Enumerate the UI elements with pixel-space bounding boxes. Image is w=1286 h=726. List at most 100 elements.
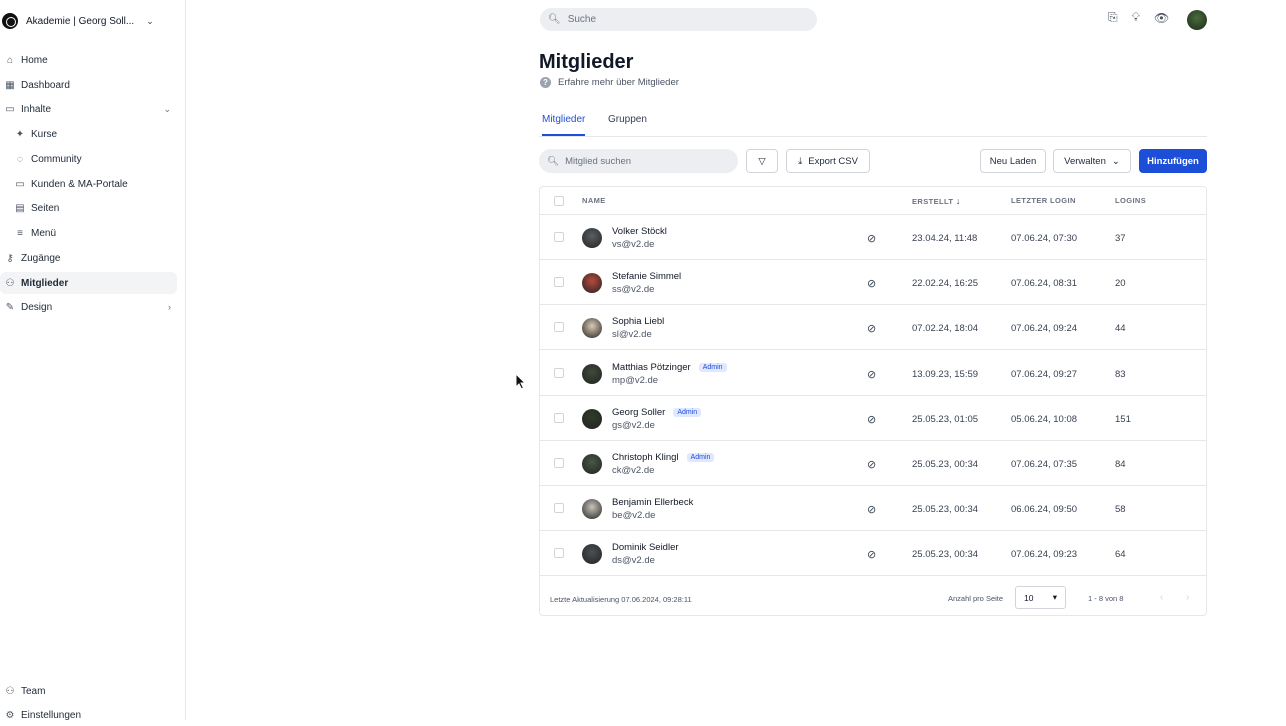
login-as-icon[interactable]: ⊘ <box>867 548 876 561</box>
member-name[interactable]: Christoph Klingl Admin <box>612 452 715 463</box>
sidebar-item-home[interactable]: ⌂ Home <box>0 49 177 71</box>
row-checkbox[interactable] <box>554 412 564 423</box>
sidebar-item-team[interactable]: ⚇ Team <box>0 680 177 702</box>
avatar <box>582 228 602 248</box>
mouse-cursor-icon <box>515 373 527 390</box>
col-created-label: ERSTELLT <box>912 197 954 206</box>
prev-page-icon[interactable]: ‹ <box>1160 592 1163 603</box>
admin-badge: Admin <box>698 362 727 372</box>
member-name[interactable]: Benjamin Ellerbeck <box>612 497 693 508</box>
row-checkbox[interactable] <box>554 458 564 468</box>
member-search-input[interactable]: 🔍︎ Mitglied suchen <box>539 149 738 173</box>
export-icon[interactable]: ⎘ <box>1108 10 1118 25</box>
tab-mitglieder[interactable]: Mitglieder <box>542 114 586 136</box>
col-logins[interactable]: LOGINS <box>1115 196 1146 205</box>
avatar <box>582 273 602 294</box>
sidebar-item-label: Seiten <box>31 202 60 214</box>
row-checkbox[interactable] <box>554 322 564 333</box>
sidebar-item-seiten[interactable]: ▤ Seiten <box>0 197 177 219</box>
sidebar-item-kunden-ma-portale[interactable]: ▭ Kunden & MA-Portale <box>0 173 177 195</box>
add-member-button[interactable]: Hinzufügen <box>1139 149 1207 173</box>
folder-icon: ▭ <box>5 103 15 115</box>
login-as-icon[interactable]: ⊘ <box>867 322 876 335</box>
login-as-icon[interactable]: ⊘ <box>867 503 876 516</box>
table-row[interactable]: Christoph Klingl Admin ck@v2.de ⊘ 25.05.23, … <box>540 441 1206 486</box>
member-email: be@v2.de <box>612 510 656 522</box>
row-checkbox[interactable] <box>554 277 564 288</box>
table-header: NAME ERSTELLT ↓ LETZTER LOGIN LOGINS <box>540 187 1206 215</box>
table-row[interactable]: Sophia Liebl sl@v2.de ⊘ 07.02.24, 18:04 07.0… <box>540 305 1206 351</box>
row-checkbox[interactable] <box>554 548 564 559</box>
tab-bar: Mitglieder Gruppen <box>539 108 1207 137</box>
caret-down-icon: ▾ <box>1052 592 1057 602</box>
next-page-icon[interactable]: › <box>1186 592 1189 603</box>
row-checkbox[interactable] <box>554 503 564 514</box>
member-name-text: Benjamin Ellerbeck <box>612 497 694 509</box>
sidebar-item-community[interactable]: ◌ Community <box>0 148 177 170</box>
last-login-date: 07.06.24, 09:23 <box>1011 549 1078 561</box>
table-row[interactable]: Dominik Seidler ds@v2.de ⊘ 25.05.23, 00:34 0… <box>540 531 1206 577</box>
members-table: NAME ERSTELLT ↓ LETZTER LOGIN LOGINS Vol… <box>539 186 1207 616</box>
pagination-range: 1 - 8 von 8 <box>1088 594 1124 603</box>
global-search-input[interactable]: 🔍︎ Suche <box>540 8 817 31</box>
menu-icon: ≡ <box>17 227 23 239</box>
member-name[interactable]: Matthias Pötzinger Admin <box>612 362 727 373</box>
tab-gruppen[interactable]: Gruppen <box>608 114 647 136</box>
col-last-login[interactable]: LETZTER LOGIN <box>1011 196 1076 205</box>
login-as-icon[interactable]: ⊘ <box>867 413 876 426</box>
export-csv-button[interactable]: ⤓ Export CSV <box>786 149 870 173</box>
login-as-icon[interactable]: ⊘ <box>867 368 876 381</box>
table-row[interactable]: Stefanie Simmel ss@v2.de ⊘ 22.02.24, 16:25 0… <box>540 260 1206 306</box>
table-row[interactable]: Benjamin Ellerbeck be@v2.de ⊘ 25.05.23, 00:… <box>540 486 1206 532</box>
eye-icon[interactable]: 👁︎ <box>1154 11 1169 25</box>
sidebar-item-menü[interactable]: ≡ Menü <box>0 222 177 244</box>
sidebar-item-zugänge[interactable]: ⚷ Zugänge <box>0 247 177 269</box>
col-created[interactable]: ERSTELLT ↓ <box>912 196 961 206</box>
chevron-down-icon: ⌄ <box>163 103 171 114</box>
member-name[interactable]: Dominik Seidler <box>612 542 679 553</box>
row-checkbox[interactable] <box>554 232 564 242</box>
row-checkbox[interactable] <box>554 367 564 378</box>
created-date: 23.04.24, 11:48 <box>912 233 978 244</box>
member-name[interactable]: Georg Soller Admin <box>612 407 702 418</box>
member-name[interactable]: Sophia Liebl <box>612 316 664 327</box>
lightbulb-icon[interactable]: 💡︎ <box>1132 10 1140 25</box>
sidebar-item-dashboard[interactable]: ▦ Dashboard <box>0 74 177 96</box>
created-date: 25.05.23, 00:34 <box>912 459 979 470</box>
search-icon: 🔍︎ <box>547 155 560 167</box>
sidebar: Akademie | Georg Soll... ⌄ ⌂ Home ▦ Dashboa… <box>0 0 186 721</box>
login-count: 84 <box>1115 459 1126 470</box>
reload-button[interactable]: Neu Laden <box>980 149 1046 173</box>
per-page-select[interactable]: 10 ▾ <box>1015 586 1066 609</box>
login-as-icon[interactable]: ⊘ <box>867 277 876 290</box>
download-icon: ⤓ <box>798 155 803 167</box>
login-count: 83 <box>1115 368 1126 380</box>
created-date: 22.02.24, 16:25 <box>912 278 979 290</box>
member-name-text: Volker Stöckl <box>612 226 667 237</box>
login-as-icon[interactable]: ⊘ <box>867 232 876 245</box>
login-count: 58 <box>1115 504 1126 516</box>
login-as-icon[interactable]: ⊘ <box>867 458 876 471</box>
member-name-text: Sophia Liebl <box>612 316 665 328</box>
member-name[interactable]: Stefanie Simmel <box>612 271 681 282</box>
table-row[interactable]: Volker Stöckl vs@v2.de ⊘ 23.04.24, 11:48 07.… <box>540 215 1206 260</box>
last-login-date: 07.06.24, 09:27 <box>1011 368 1078 380</box>
sidebar-item-design[interactable]: ✎ Design › <box>0 296 177 318</box>
col-name[interactable]: NAME <box>582 196 606 205</box>
chat-icon: ◌ <box>17 153 23 165</box>
select-all-checkbox[interactable] <box>554 196 564 206</box>
manage-dropdown[interactable]: Verwalten ⌄ <box>1053 149 1131 173</box>
sidebar-item-einstellungen[interactable]: ⚙ Einstellungen <box>0 704 177 726</box>
sidebar-item-kurse[interactable]: ✦ Kurse <box>0 123 177 145</box>
member-name[interactable]: Volker Stöckl <box>612 226 667 237</box>
workspace-name: Akademie | Georg Soll... <box>26 15 135 27</box>
help-link[interactable]: ? Erfahre mehr über Mitglieder <box>540 77 679 88</box>
created-date: 25.05.23, 00:34 <box>912 504 979 516</box>
user-avatar[interactable] <box>1187 10 1207 30</box>
table-row[interactable]: Matthias Pötzinger Admin mp@v2.de ⊘ 13.09.23… <box>540 351 1206 396</box>
workspace-switcher[interactable]: Akademie | Georg Soll... ⌄ <box>2 12 154 30</box>
sidebar-item-inhalte[interactable]: ▭ Inhalte ⌄ <box>0 98 177 120</box>
sidebar-item-mitglieder[interactable]: ⚇ Mitglieder <box>0 272 177 294</box>
table-row[interactable]: Georg Soller Admin gs@v2.de ⊘ 25.05.23, 01:0… <box>540 396 1206 441</box>
filter-button[interactable]: ▽ <box>746 149 778 173</box>
